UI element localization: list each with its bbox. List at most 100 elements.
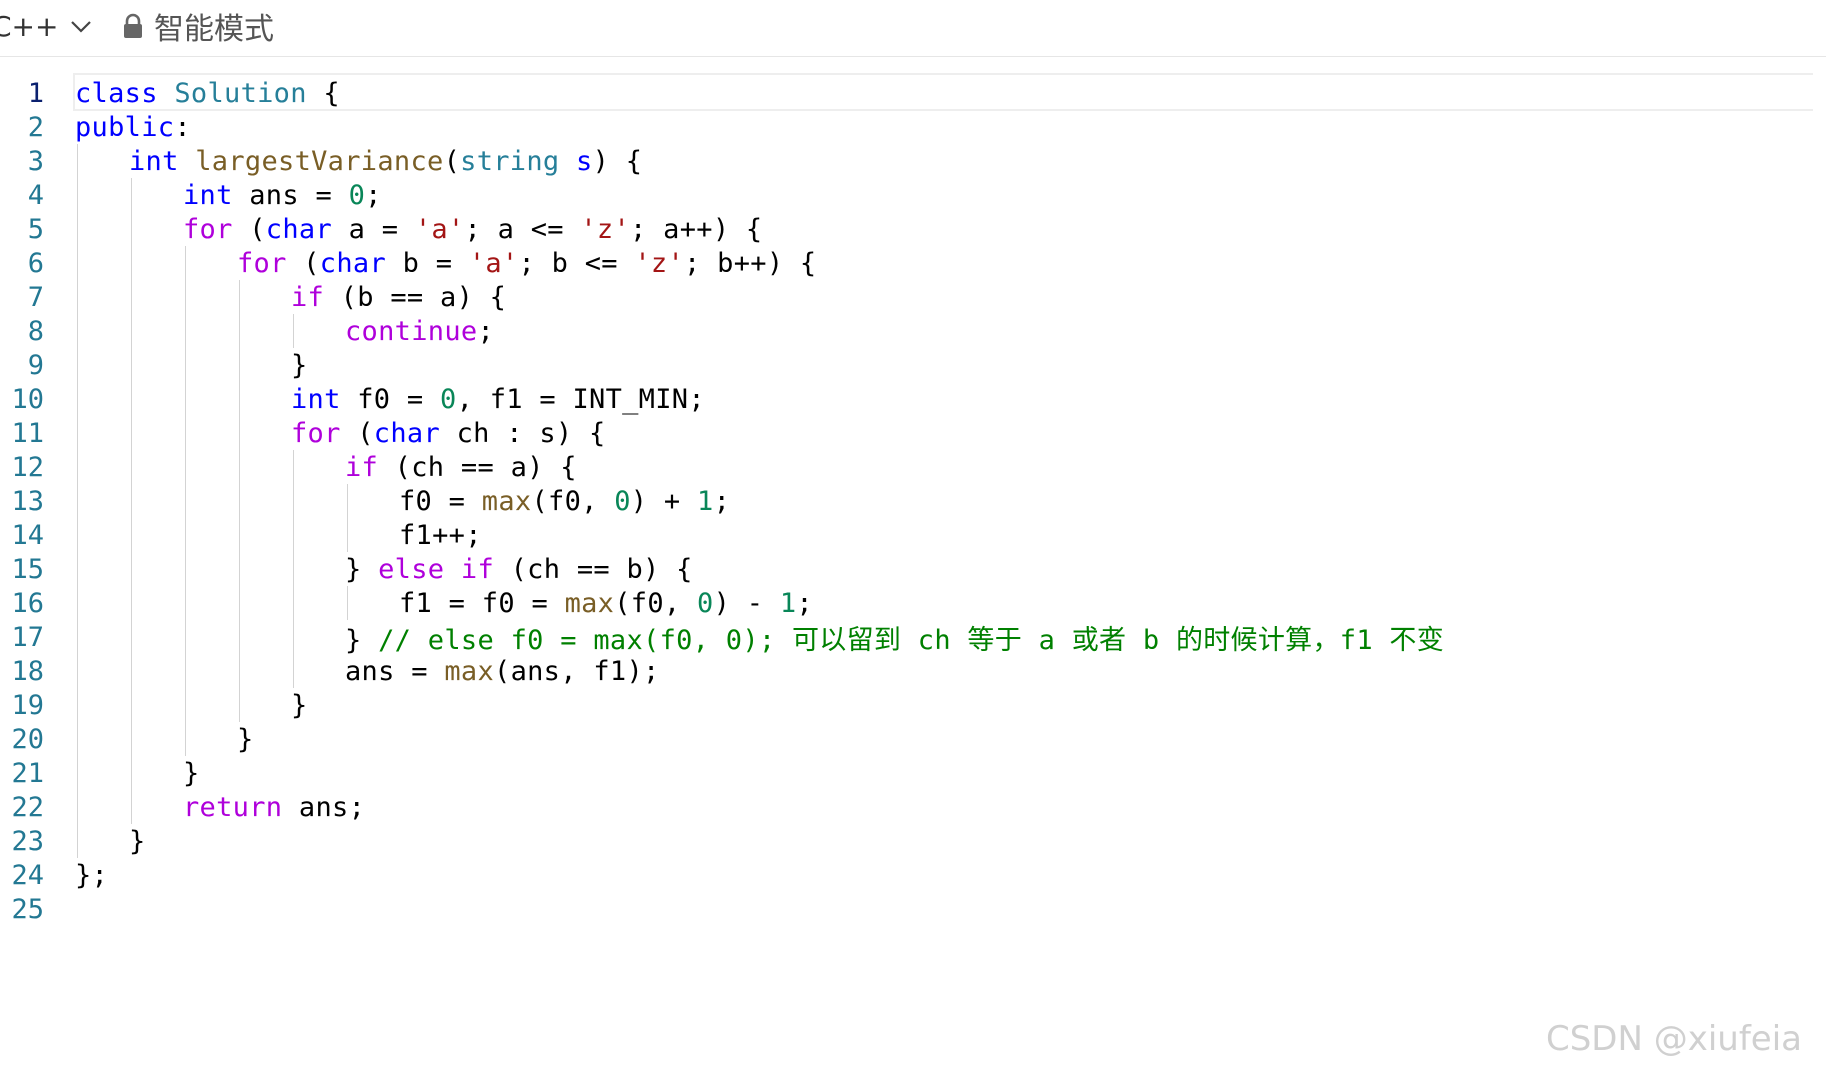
- code-token: max: [444, 655, 495, 687]
- code-token: };: [75, 859, 109, 891]
- mode-indicator[interactable]: 智能模式: [122, 6, 274, 47]
- line-number: 14: [11, 519, 44, 551]
- indent-guide: [185, 246, 186, 756]
- code-token: f0 =: [340, 383, 441, 415]
- code-token: return: [183, 791, 283, 823]
- code-token: int: [183, 179, 233, 211]
- code-token: ch : s) {: [440, 417, 606, 449]
- code-text: for (char b = 'a'; b <= 'z'; b++) {: [237, 248, 817, 279]
- line-number: 12: [11, 451, 44, 483]
- line-number: 8: [27, 315, 44, 347]
- language-label: C++: [0, 9, 59, 43]
- line-number: 2: [27, 111, 44, 143]
- code-line[interactable]: 25: [0, 889, 1826, 929]
- code-token: }: [345, 553, 379, 585]
- code-text: f1++;: [399, 520, 482, 551]
- code-token: (f0,: [531, 485, 615, 517]
- code-token: f1++;: [399, 519, 482, 551]
- code-token: 1: [697, 485, 714, 517]
- code-token: (b == a) {: [324, 281, 507, 313]
- code-token: (: [286, 247, 320, 279]
- code-text: class Solution {: [75, 78, 340, 109]
- code-text: int largestVariance(string s) {: [129, 146, 642, 177]
- line-number: 7: [27, 281, 44, 313]
- code-token: int: [129, 145, 179, 177]
- line-number: 3: [27, 145, 44, 177]
- language-select[interactable]: C++: [0, 6, 94, 46]
- line-number: 13: [11, 485, 44, 517]
- code-token: }: [291, 689, 308, 721]
- code-token: ans;: [282, 791, 366, 823]
- code-token: string: [460, 145, 560, 177]
- code-token: Solution: [174, 77, 307, 109]
- editor-toolbar: C++ 智能模式: [0, 0, 1826, 57]
- code-text: int ans = 0;: [183, 180, 382, 211]
- code-token: (ans, f1);: [494, 655, 660, 687]
- code-token: ;: [477, 315, 495, 347]
- code-token: ans =: [345, 655, 445, 687]
- code-text: f1 = f0 = max(f0, 0) - 1;: [399, 588, 813, 619]
- code-token: char: [265, 213, 333, 245]
- code-token: ) {: [592, 145, 643, 177]
- code-text: }: [291, 690, 308, 721]
- code-token: }: [291, 349, 308, 381]
- chevron-down-icon: [71, 21, 92, 33]
- code-token: public: [75, 111, 175, 143]
- code-token: }: [183, 757, 200, 789]
- code-token: 'a': [414, 213, 465, 245]
- line-number: 18: [11, 655, 44, 687]
- indent-guide: [77, 144, 78, 858]
- code-token: continue: [345, 315, 478, 347]
- line-number: 16: [11, 587, 44, 619]
- code-token: (ch == b) {: [494, 553, 693, 585]
- line-number: 21: [11, 757, 44, 789]
- code-editor-page: C++ 智能模式 1 class Solution {2 public: 3 int l…: [0, 0, 1826, 1069]
- code-token: class: [75, 77, 158, 109]
- line-number: 22: [11, 791, 44, 823]
- line-number: 10: [11, 383, 44, 415]
- code-token: ;: [713, 485, 731, 517]
- indent-guide: [347, 484, 348, 552]
- code-token: ans =: [232, 179, 349, 211]
- code-token: if: [345, 451, 379, 483]
- indent-guide: [239, 280, 240, 722]
- code-token: if: [460, 553, 495, 585]
- line-number: 6: [27, 247, 44, 279]
- code-token: (: [340, 417, 374, 449]
- code-text: f0 = max(f0, 0) + 1;: [399, 486, 730, 517]
- code-token: char: [319, 247, 387, 279]
- code-token: ;: [365, 179, 382, 211]
- code-token: char: [373, 417, 441, 449]
- line-number: 9: [27, 349, 44, 381]
- watermark: CSDN @xiufeia: [1545, 1019, 1802, 1059]
- code-token: for: [291, 417, 341, 449]
- line-number: 11: [11, 417, 44, 449]
- code-token: ) +: [630, 485, 698, 517]
- line-number: 1: [27, 77, 44, 109]
- code-token: max: [564, 587, 615, 619]
- code-text: continue;: [345, 316, 494, 347]
- line-number: 4: [27, 179, 44, 211]
- code-text: if (b == a) {: [291, 282, 506, 313]
- code-token: ;: [796, 587, 813, 619]
- line-number: 19: [11, 689, 44, 721]
- code-token: if: [291, 281, 325, 313]
- code-token: s: [576, 145, 593, 177]
- code-text: }: [183, 758, 200, 789]
- code-token: 'z': [634, 247, 685, 279]
- code-token: {: [306, 77, 340, 109]
- code-token: ; b <=: [518, 247, 635, 279]
- code-token: 'z': [580, 213, 631, 245]
- code-text: return ans;: [183, 792, 365, 823]
- lock-icon: [124, 13, 142, 38]
- code-text: public:: [75, 112, 191, 143]
- code-token: f0 =: [399, 485, 482, 517]
- code-token: ) -: [713, 587, 780, 619]
- code-text: ans = max(ans, f1);: [345, 656, 660, 687]
- indent-guide: [293, 314, 294, 348]
- code-token: else: [378, 553, 445, 585]
- code-token: 0: [348, 179, 366, 211]
